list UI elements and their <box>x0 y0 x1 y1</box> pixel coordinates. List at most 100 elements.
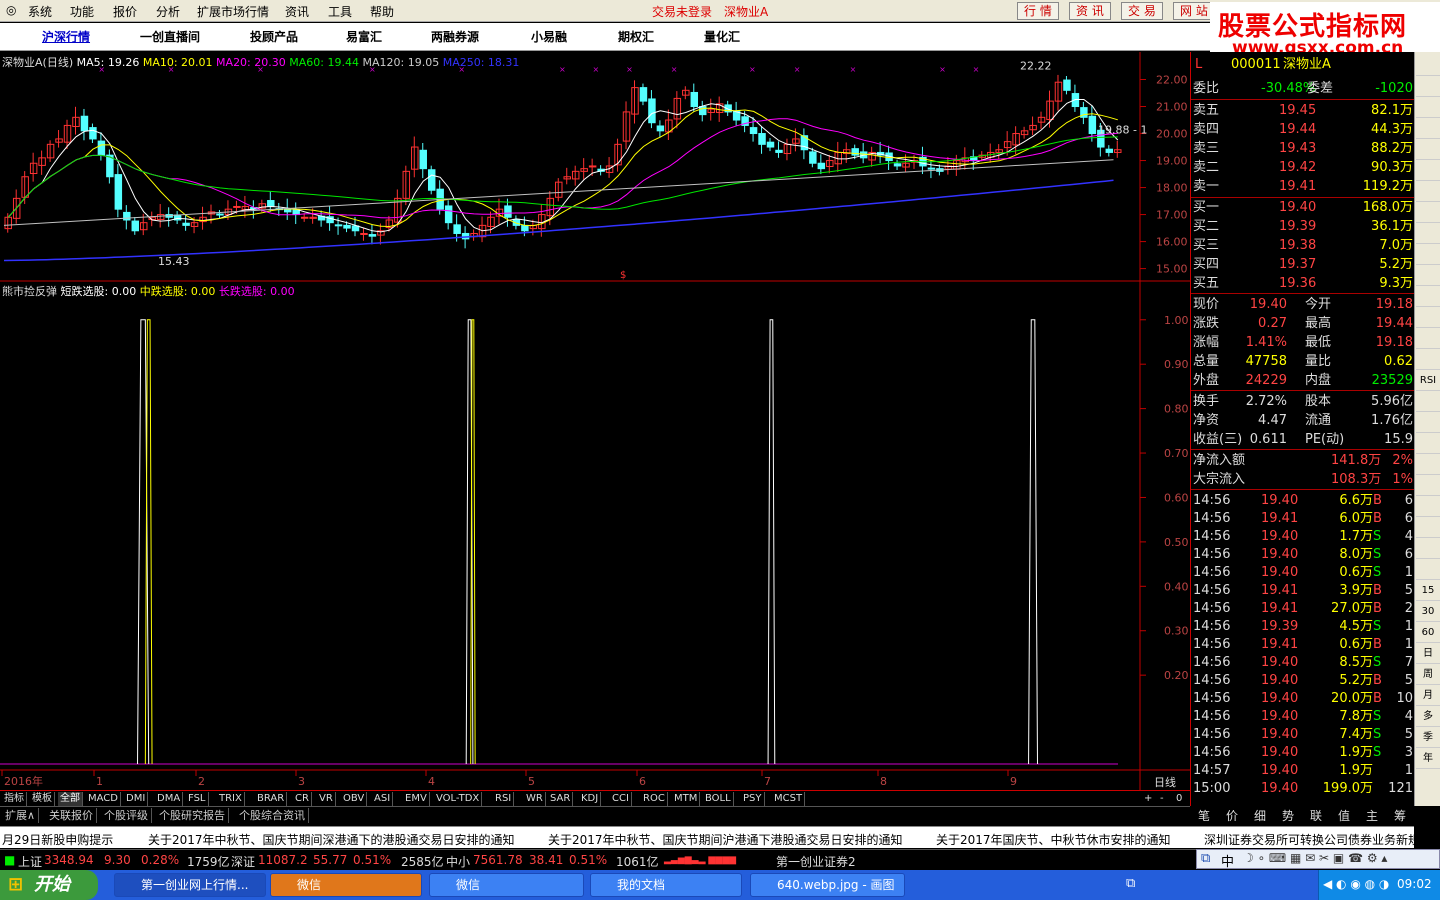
tab-control-button[interactable]: 0 <box>1174 792 1184 806</box>
indicator-tab[interactable]: VR <box>317 792 336 806</box>
task-my-documents[interactable]: 我的文档 <box>590 873 742 897</box>
indicator-tab[interactable]: ASI <box>372 792 394 806</box>
indicator-tab[interactable]: WR <box>524 792 546 806</box>
quote-tab[interactable]: 价 <box>1218 807 1246 824</box>
task-app-quote[interactable]: 第一创业网上行情... <box>114 873 266 897</box>
menu-item-analysis[interactable]: 分析 <box>156 3 180 20</box>
nav-item-quant[interactable]: 量化汇 <box>704 28 740 45</box>
news-item[interactable]: 深圳证券交易所可转换公司债券业务新规 <box>1204 831 1420 848</box>
menu-item-function[interactable]: 功能 <box>70 3 94 20</box>
side-tab[interactable]: 30 <box>1416 602 1440 622</box>
language-bar-icon[interactable]: ⧉ <box>1126 876 1135 891</box>
news-item[interactable]: 月29日新股申购提示 <box>2 831 113 848</box>
side-tab[interactable] <box>1416 455 1440 475</box>
news-item[interactable]: 关于2017年中秋节、国庆节期间沪港通下港股通交易日安排的通知 <box>548 831 903 848</box>
side-tab[interactable] <box>1416 119 1440 139</box>
side-tab[interactable] <box>1416 224 1440 244</box>
task-wechat-2[interactable]: 微信 <box>429 873 584 897</box>
extension-tab[interactable]: 关联报价 <box>46 808 97 823</box>
quote-tab[interactable]: 值 <box>1330 807 1358 824</box>
indicator-tab[interactable]: 全部 <box>58 792 83 806</box>
side-tab[interactable] <box>1416 476 1440 496</box>
side-tab[interactable] <box>1416 266 1440 286</box>
ime-toolbar-icons[interactable]: ☽ ∘ ⌨ ▦ ✉ ✂ ▣ ☎ ⚙ ▴ <box>1243 851 1387 865</box>
indicator-tab[interactable]: CR <box>293 792 312 806</box>
task-wechat-1[interactable]: 微信 <box>270 873 422 897</box>
indicator-tab[interactable]: BOLL <box>703 792 734 806</box>
indicator-tab[interactable]: BRAR <box>255 792 288 806</box>
indicator-tab[interactable]: CCI <box>610 792 632 806</box>
nav-item-options[interactable]: 期权汇 <box>618 28 654 45</box>
indicator-tab[interactable]: 指标 <box>2 792 27 806</box>
side-tab[interactable] <box>1416 518 1440 538</box>
side-tab[interactable]: 月 <box>1416 686 1440 706</box>
indicator-tab[interactable]: MACD <box>86 792 121 806</box>
news-button[interactable]: 资 讯 <box>1069 2 1111 20</box>
side-tab[interactable] <box>1416 182 1440 202</box>
menu-item-quote[interactable]: 报价 <box>113 3 137 20</box>
ime-toolbar[interactable]: ⧉ 中 ☽ ∘ ⌨ ▦ ✉ ✂ ▣ ☎ ⚙ ▴ <box>1196 849 1440 870</box>
side-tab[interactable] <box>1416 350 1440 370</box>
side-tab[interactable]: 60 <box>1416 623 1440 643</box>
nav-item-margin[interactable]: 两融券源 <box>431 28 479 45</box>
side-tab[interactable] <box>1416 203 1440 223</box>
extension-tab[interactable]: 个股评级 <box>101 808 152 823</box>
indicator-tab[interactable]: TRIX <box>217 792 245 806</box>
quote-tab[interactable]: 筹 <box>1386 807 1414 824</box>
kline-chart-svg[interactable]: 22.0021.0020.0019.0018.0017.0016.0015.00… <box>0 52 1190 790</box>
indicator-tab[interactable]: EMV <box>403 792 430 806</box>
side-tab[interactable] <box>1416 497 1440 517</box>
chart-area[interactable]: 22.00 21.00 20.00 19.00 18.00 17.00 16.00 15.00… <box>0 52 1190 790</box>
side-tab[interactable]: RSI <box>1416 371 1440 391</box>
nav-item-hushen[interactable]: 沪深行情 <box>42 28 90 45</box>
task-paint[interactable]: 640.webp.jpg - 画图 <box>750 873 905 897</box>
side-tab[interactable] <box>1416 287 1440 307</box>
indicator-tab[interactable]: 模板 <box>30 792 55 806</box>
side-tab[interactable]: 季 <box>1416 728 1440 748</box>
indicator-tab[interactable]: FSL <box>186 792 209 806</box>
nav-item-live[interactable]: 一创直播间 <box>140 28 200 45</box>
extension-tab[interactable]: 个股研究报告 <box>156 808 229 823</box>
menu-item-ext-market[interactable]: 扩展市场行情 <box>197 3 269 20</box>
menu-item-system[interactable]: 系统 <box>28 3 52 20</box>
indicator-tab[interactable]: OBV <box>341 792 368 806</box>
quote-tab[interactable]: 联 <box>1302 807 1330 824</box>
indicator-tab[interactable]: DMA <box>155 792 184 806</box>
menu-item-news[interactable]: 资讯 <box>285 3 309 20</box>
side-tab[interactable] <box>1416 77 1440 97</box>
side-tab[interactable]: 15 <box>1416 581 1440 601</box>
ime-mode[interactable]: 中 <box>1221 851 1234 870</box>
quote-tab[interactable]: 笔 <box>1190 807 1218 824</box>
menu-item-help[interactable]: 帮助 <box>370 3 394 20</box>
side-tab[interactable] <box>1416 308 1440 328</box>
side-tab[interactable] <box>1416 329 1440 349</box>
nav-item-yifuhui[interactable]: 易富汇 <box>346 28 382 45</box>
tab-control-button[interactable]: - <box>1158 792 1166 806</box>
trade-button[interactable]: 交 易 <box>1121 2 1163 20</box>
side-tab[interactable] <box>1416 98 1440 118</box>
start-button[interactable]: ⊞ 开始 <box>0 870 98 900</box>
side-tab[interactable] <box>1416 392 1440 412</box>
side-tab[interactable] <box>1416 434 1440 454</box>
website-button[interactable]: 网 站 <box>1173 2 1215 20</box>
side-tab[interactable] <box>1416 413 1440 433</box>
tab-control-button[interactable]: + <box>1142 792 1154 806</box>
side-tab[interactable]: 日 <box>1416 644 1440 664</box>
side-tab[interactable]: 周 <box>1416 665 1440 685</box>
tray-icons[interactable]: ◀ ◐ ◉ ◍ ◑ <box>1323 877 1389 891</box>
indicator-tab[interactable]: PSY <box>741 792 765 806</box>
indicator-tab[interactable]: RSI <box>493 792 515 806</box>
extension-tab[interactable]: 扩展∧ <box>2 808 40 823</box>
period-label[interactable]: 日线 <box>1154 774 1176 790</box>
quote-tab[interactable]: 主 <box>1358 807 1386 824</box>
extension-tab[interactable]: 个股综合资讯 <box>236 808 309 823</box>
side-tab[interactable]: 年 <box>1416 749 1440 769</box>
side-tab[interactable] <box>1416 56 1440 76</box>
side-tab[interactable] <box>1416 140 1440 160</box>
indicator-tab[interactable]: KDJ <box>579 792 602 806</box>
side-tab[interactable] <box>1416 560 1440 580</box>
nav-item-xiaoyirong[interactable]: 小易融 <box>531 28 567 45</box>
side-tab[interactable] <box>1416 245 1440 265</box>
side-tab[interactable]: 多 <box>1416 707 1440 727</box>
quote-tab[interactable]: 细 <box>1246 807 1274 824</box>
